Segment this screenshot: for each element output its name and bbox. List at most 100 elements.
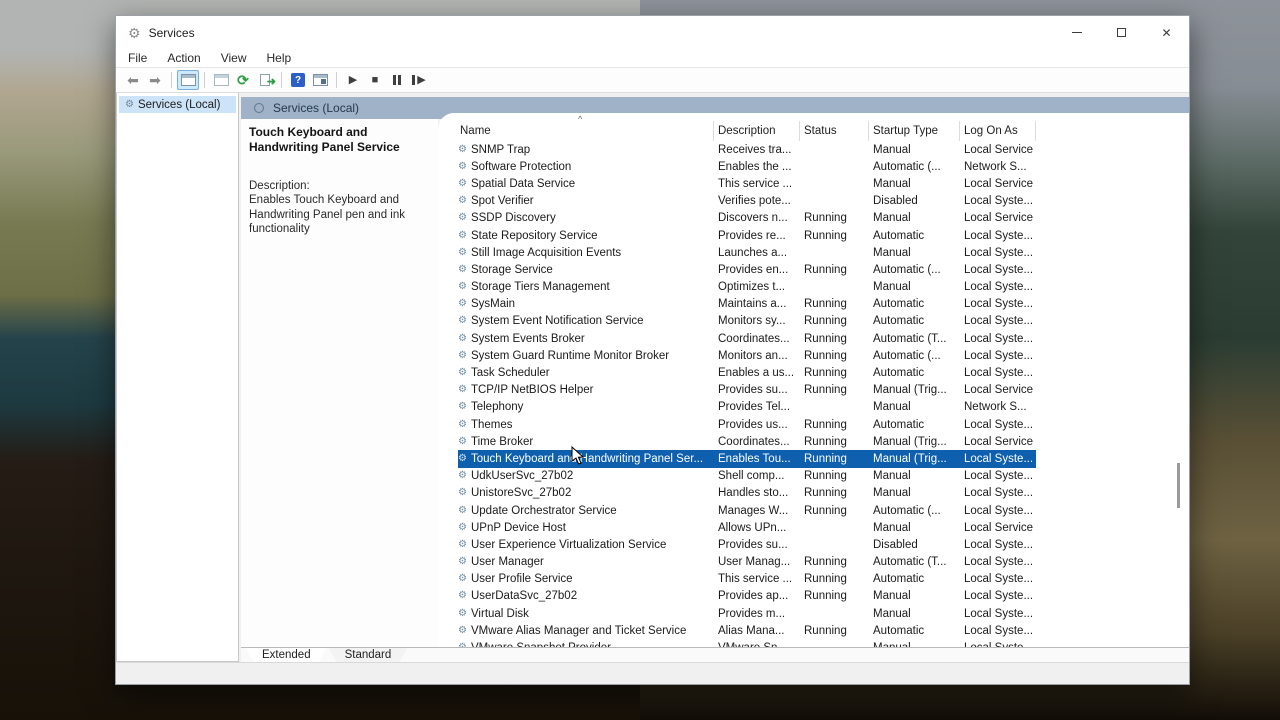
service-status: Running — [800, 487, 869, 499]
column-header-status[interactable]: Status — [800, 121, 869, 141]
service-name: VMware Snapshot Provider — [471, 642, 611, 647]
service-row[interactable]: ⚙ Themes Provides us... Running Automati… — [458, 416, 1036, 433]
service-startup-type: Automatic — [869, 367, 960, 379]
column-header-name[interactable]: Name — [458, 121, 714, 141]
tree-item-label: Services (Local) — [138, 99, 220, 111]
service-row[interactable]: ⚙ System Guard Runtime Monitor Broker Mo… — [458, 347, 1036, 364]
service-gear-icon: ⚙ — [458, 179, 467, 189]
service-row[interactable]: ⚙ Time Broker Coordinates... Running Man… — [458, 433, 1036, 450]
service-startup-type: Manual — [869, 590, 960, 602]
show-console-tree-button[interactable] — [177, 70, 199, 90]
service-row[interactable]: ⚙ User Manager User Manag... Running Aut… — [458, 554, 1036, 571]
service-description: Enables Tou... — [714, 453, 800, 465]
service-row[interactable]: ⚙ VMware Alias Manager and Ticket Servic… — [458, 622, 1036, 639]
close-icon: ✕ — [1161, 26, 1171, 40]
service-status: Running — [800, 573, 869, 585]
service-row[interactable]: ⚙ Telephony Provides Tel... Manual Netwo… — [458, 399, 1036, 416]
service-row[interactable]: ⚙ Spot Verifier Verifies pote... Disable… — [458, 193, 1036, 210]
column-header-startup-type[interactable]: Startup Type — [869, 121, 960, 141]
service-row[interactable]: ⚙ Touch Keyboard and Handwriting Panel S… — [458, 450, 1036, 467]
menu-help[interactable]: Help — [257, 51, 302, 65]
service-name: Software Protection — [471, 161, 571, 173]
pane-mark — [321, 79, 326, 84]
service-gear-icon: ⚙ — [458, 506, 467, 516]
service-description: VMware Sn... — [714, 642, 800, 647]
close-button[interactable]: ✕ — [1144, 16, 1189, 49]
services-gear-icon: ⚙ — [128, 26, 141, 40]
service-log-on-as: Network S... — [960, 401, 1036, 413]
menu-action[interactable]: Action — [157, 51, 210, 65]
pause-service-button[interactable] — [386, 70, 408, 90]
service-row[interactable]: ⚙ Update Orchestrator Service Manages W.… — [458, 502, 1036, 519]
help-button[interactable]: ? — [287, 70, 309, 90]
service-name: Storage Service — [471, 264, 553, 276]
service-gear-icon: ⚙ — [458, 437, 467, 447]
tab-standard[interactable]: Standard — [329, 648, 408, 662]
tab-extended[interactable]: Extended — [246, 648, 327, 662]
service-row[interactable]: ⚙ UserDataSvc_27b02 Provides ap... Runni… — [458, 588, 1036, 605]
menu-view[interactable]: View — [211, 51, 257, 65]
service-row[interactable]: ⚙ SNMP Trap Receives tra... Manual Local… — [458, 141, 1036, 158]
service-row[interactable]: ⚙ UPnP Device Host Allows UPn... Manual … — [458, 519, 1036, 536]
desktop: ⚙ Services ✕ File Action View Help ⬅ ➡ ⟳ — [0, 0, 1280, 720]
show-action-pane-button[interactable] — [309, 70, 331, 90]
service-name: Time Broker — [471, 436, 533, 448]
service-row[interactable]: ⚙ SSDP Discovery Discovers n... Running … — [458, 210, 1036, 227]
service-row[interactable]: ⚙ Storage Service Provides en... Running… — [458, 261, 1036, 278]
service-row[interactable]: ⚙ Storage Tiers Management Optimizes t..… — [458, 279, 1036, 296]
service-row[interactable]: ⚙ SysMain Maintains a... Running Automat… — [458, 296, 1036, 313]
service-name: Telephony — [471, 401, 523, 413]
description-label: Description: — [249, 180, 428, 192]
service-startup-type: Manual — [869, 608, 960, 620]
service-row[interactable]: ⚙ UnistoreSvc_27b02 Handles sto... Runni… — [458, 485, 1036, 502]
service-startup-type: Manual — [869, 522, 960, 534]
refresh-button[interactable]: ⟳ — [232, 70, 254, 90]
service-row[interactable]: ⚙ Still Image Acquisition Events Launche… — [458, 244, 1036, 261]
menu-file[interactable]: File — [116, 51, 157, 65]
service-name: System Guard Runtime Monitor Broker — [471, 350, 669, 362]
forward-button[interactable]: ➡ — [144, 70, 166, 90]
service-log-on-as: Local Service — [960, 436, 1036, 448]
service-name: Themes — [471, 419, 513, 431]
maximize-button[interactable] — [1099, 16, 1144, 49]
service-description: Maintains a... — [714, 298, 800, 310]
selected-service-title: Touch Keyboard and Handwriting Panel Ser… — [249, 125, 428, 154]
service-row[interactable]: ⚙ System Event Notification Service Moni… — [458, 313, 1036, 330]
service-row[interactable]: ⚙ Software Protection Enables the ... Au… — [458, 158, 1036, 175]
service-row[interactable]: ⚙ Task Scheduler Enables a us... Running… — [458, 364, 1036, 381]
minimize-button[interactable] — [1054, 16, 1099, 49]
properties-window-icon — [214, 74, 229, 86]
tree-item-services-local[interactable]: ⚙ Services (Local) — [119, 96, 236, 113]
properties-button[interactable] — [210, 70, 232, 90]
service-row[interactable]: ⚙ TCP/IP NetBIOS Helper Provides su... R… — [458, 382, 1036, 399]
stop-service-button[interactable]: ■ — [364, 70, 386, 90]
stop-service-icon: ■ — [372, 75, 379, 86]
service-row[interactable]: ⚙ VMware Snapshot Provider VMware Sn... … — [458, 639, 1036, 647]
service-row[interactable]: ⚙ UdkUserSvc_27b02 Shell comp... Running… — [458, 468, 1036, 485]
service-gear-icon: ⚙ — [458, 454, 467, 464]
service-description: Provides re... — [714, 230, 800, 242]
service-rows: ⚙ SNMP Trap Receives tra... Manual Local… — [438, 141, 1189, 647]
service-status: Running — [800, 367, 869, 379]
titlebar[interactable]: ⚙ Services ✕ — [116, 16, 1189, 49]
service-row[interactable]: ⚙ Virtual Disk Provides m... Manual Loca… — [458, 605, 1036, 622]
vertical-scrollbar-thumb[interactable] — [1177, 463, 1180, 508]
column-header-description[interactable]: Description — [714, 121, 800, 141]
back-button[interactable]: ⬅ — [122, 70, 144, 90]
service-row[interactable]: ⚙ State Repository Service Provides re..… — [458, 227, 1036, 244]
service-gear-icon: ⚙ — [458, 351, 467, 361]
start-service-button[interactable]: ▶ — [342, 70, 364, 90]
service-log-on-as: Local Syste... — [960, 333, 1036, 345]
export-list-button[interactable]: ➜ — [254, 70, 276, 90]
service-startup-type: Automatic (T... — [869, 333, 960, 345]
service-row[interactable]: ⚙ System Events Broker Coordinates... Ru… — [458, 330, 1036, 347]
service-gear-icon: ⚙ — [458, 368, 467, 378]
service-name: Storage Tiers Management — [471, 281, 610, 293]
service-row[interactable]: ⚙ User Profile Service This service ... … — [458, 571, 1036, 588]
action-pane-icon — [313, 74, 328, 86]
service-name: Spot Verifier — [471, 195, 534, 207]
column-header-log-on-as[interactable]: Log On As — [960, 121, 1036, 141]
service-row[interactable]: ⚙ Spatial Data Service This service ... … — [458, 175, 1036, 192]
restart-service-button[interactable]: ▶ — [408, 70, 430, 90]
service-row[interactable]: ⚙ User Experience Virtualization Service… — [458, 536, 1036, 553]
